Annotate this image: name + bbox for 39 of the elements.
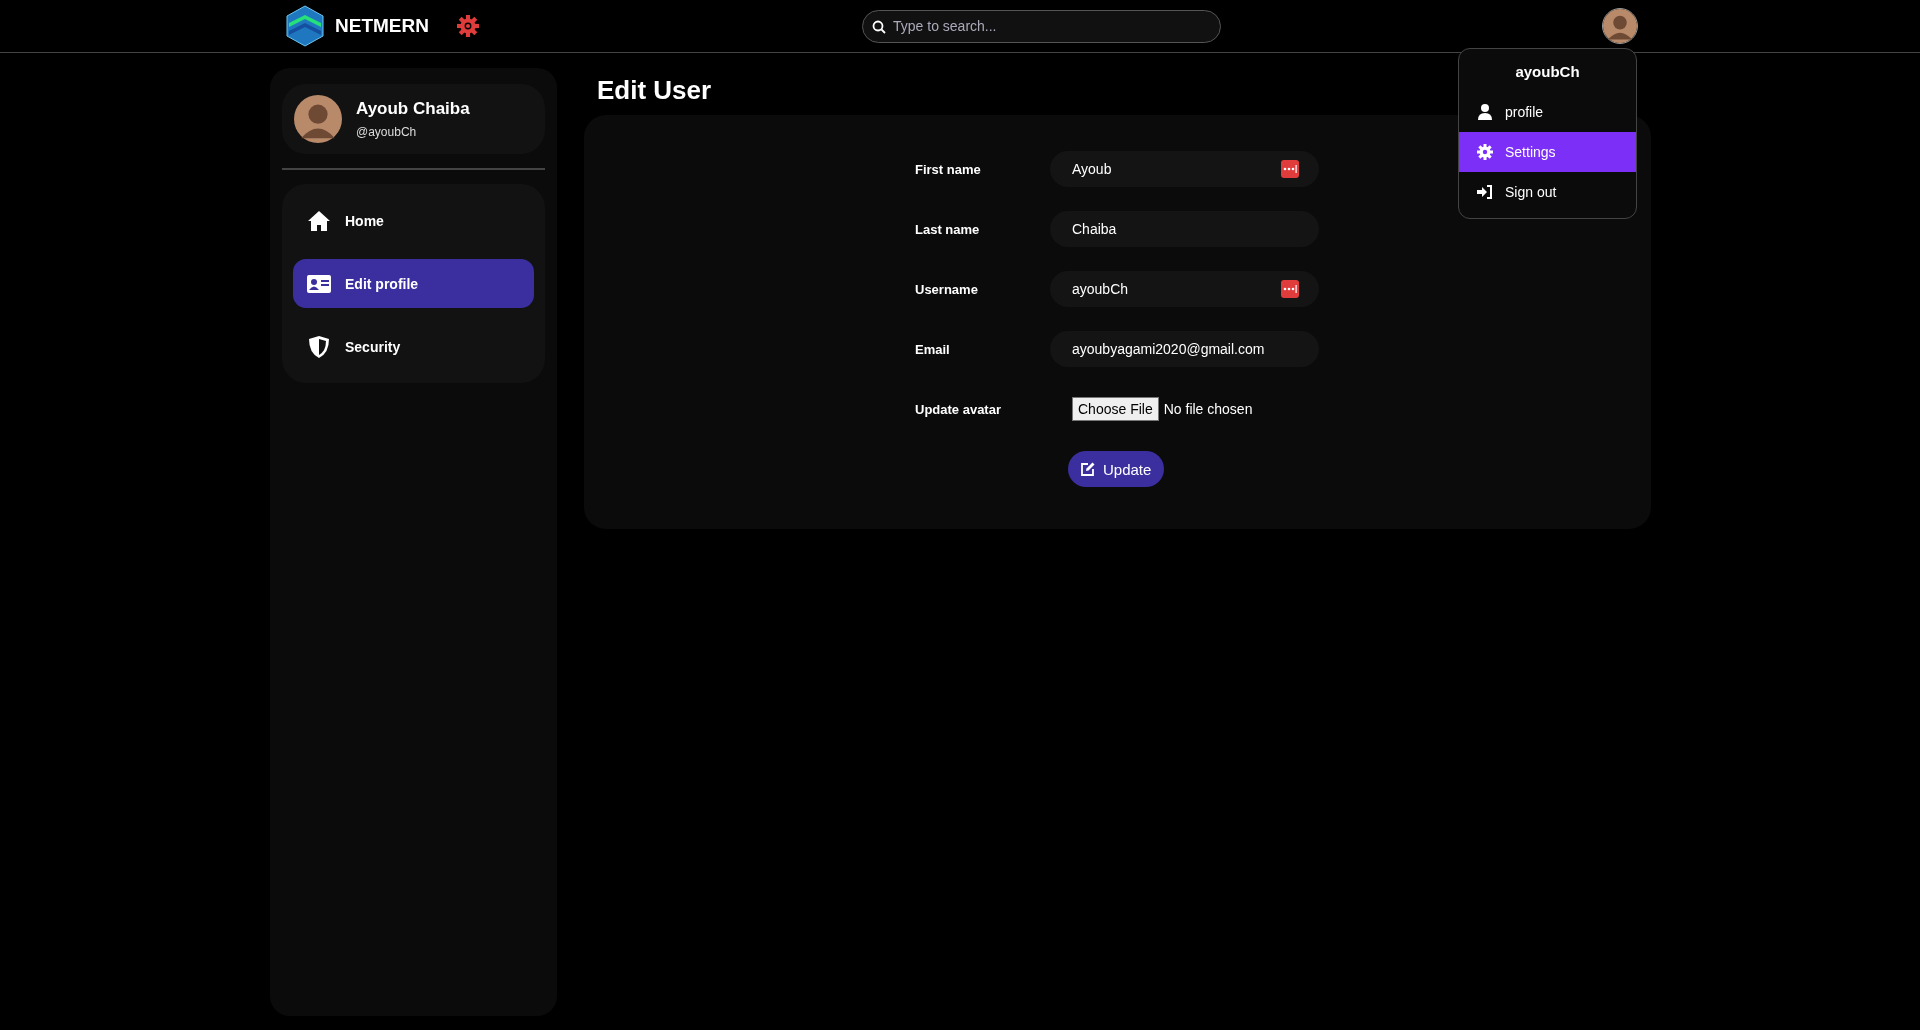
password-manager-icon[interactable]	[1281, 280, 1299, 298]
menu-item[interactable]: Sign out	[1459, 172, 1636, 212]
field-label: Email	[915, 341, 951, 357]
avatar-button[interactable]	[1602, 8, 1638, 44]
menu-item[interactable]: profile	[1459, 92, 1636, 132]
home-icon	[307, 209, 331, 232]
user-name: Ayoub Chaiba	[356, 99, 470, 119]
field-label: First name	[915, 161, 982, 177]
field-label: Last name	[915, 221, 981, 237]
user-handle: @ayoubCh	[356, 125, 418, 139]
password-manager-icon[interactable]	[1281, 160, 1299, 178]
input-field[interactable]: Ayoub	[1050, 151, 1319, 187]
logo-text: NETMERN	[335, 15, 429, 37]
logo-icon	[285, 5, 325, 47]
page-title: Edit User	[597, 75, 712, 107]
sign-in-icon	[1477, 185, 1493, 199]
user-icon	[1478, 104, 1492, 120]
field-label: Username	[915, 281, 979, 297]
nav-item[interactable]: Home	[293, 196, 534, 245]
file-status: No file chosen	[1163, 401, 1253, 417]
shield-icon	[308, 334, 330, 359]
search-icon	[872, 19, 886, 34]
id-card-icon	[307, 274, 331, 293]
input-field[interactable]: ayoubyagami2020@gmail.com	[1050, 331, 1319, 367]
input-field[interactable]: ayoubCh	[1050, 271, 1319, 307]
gear-icon[interactable]	[456, 15, 479, 37]
nav-item[interactable]: Security	[293, 322, 534, 371]
menu-username: ayoubCh	[1514, 62, 1581, 82]
edit-icon	[1081, 462, 1095, 476]
choose-file-button[interactable]: Choose File	[1072, 397, 1159, 421]
menu-item[interactable]: Settings	[1459, 132, 1636, 172]
nav-item[interactable]: Edit profile	[293, 259, 534, 308]
search-field[interactable]: Type to search...	[862, 9, 1221, 43]
avatar	[294, 95, 342, 143]
avatar	[1603, 9, 1637, 43]
settings-icon	[1477, 144, 1493, 160]
field-label: Update avatar	[915, 401, 1002, 417]
input-field[interactable]: Chaiba	[1050, 211, 1319, 247]
update-button[interactable]: Update	[1068, 451, 1165, 487]
